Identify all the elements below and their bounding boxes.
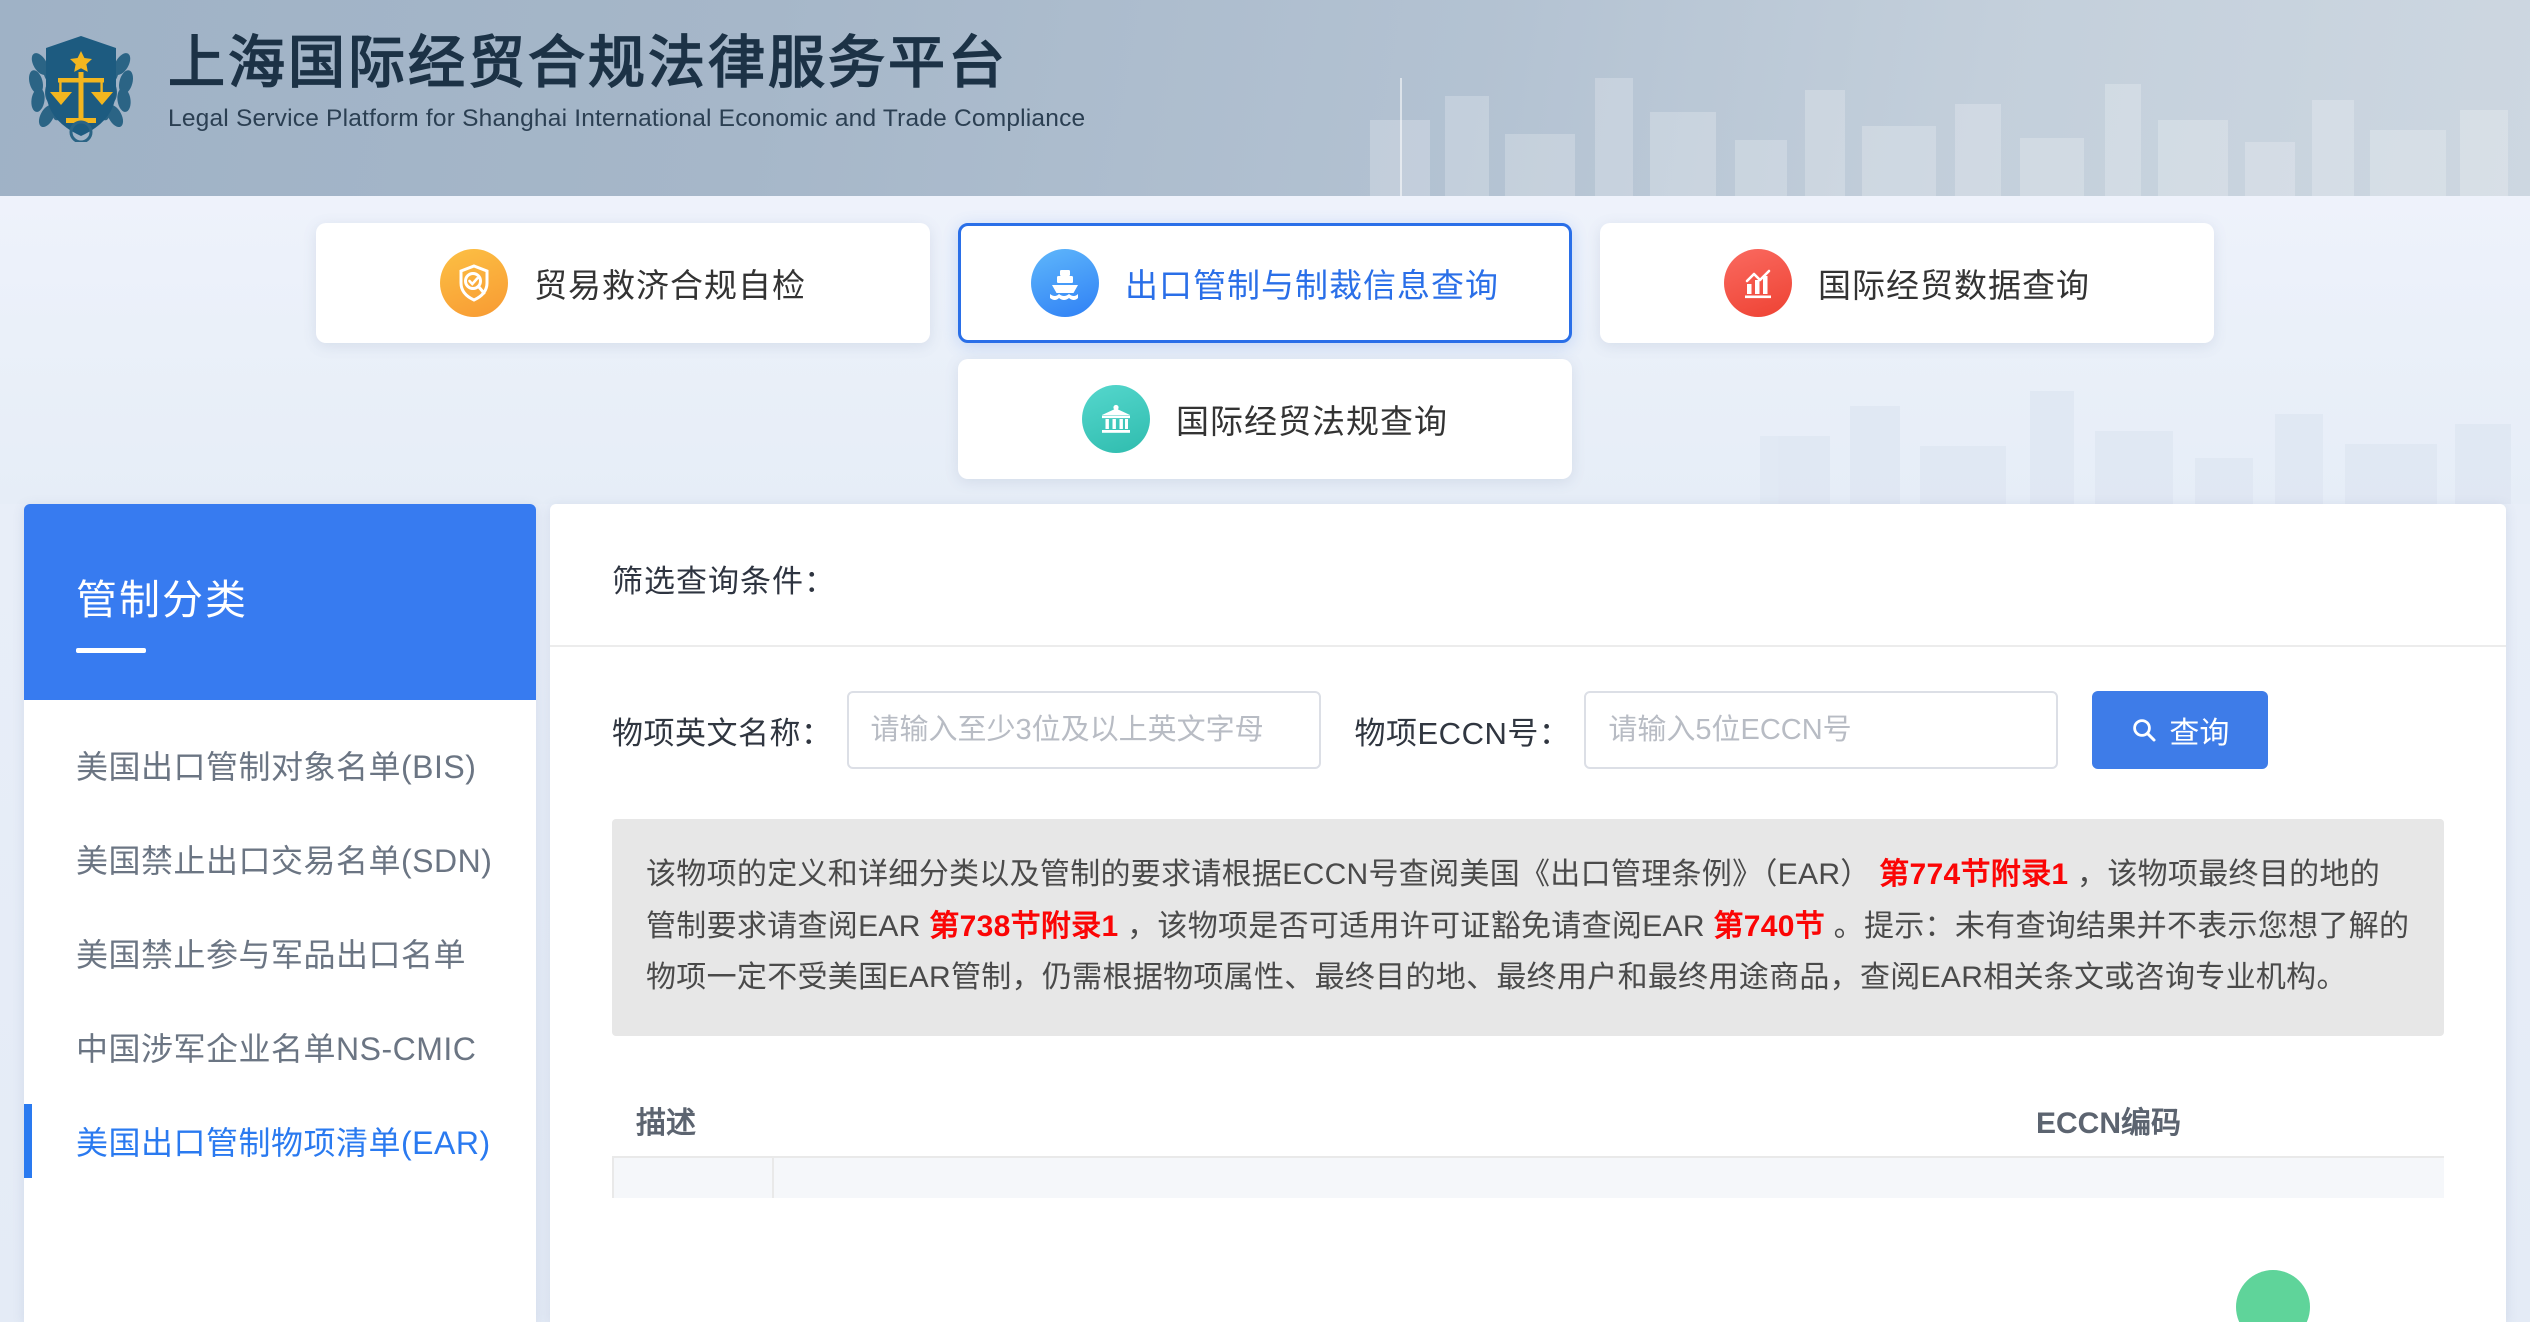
sidebar-item-bis[interactable]: 美国出口管制对象名单(BIS): [24, 718, 536, 812]
column-header-eccn: ECCN编码: [2036, 1106, 2182, 1140]
notice-part-3: ，该物项是否可适用许可证豁免请查阅EAR: [1127, 909, 1705, 943]
nav-card-trade-data-query[interactable]: 国际经贸数据查询: [1600, 223, 2214, 343]
sidebar-item-label: 美国禁止参与军品出口名单: [76, 937, 467, 973]
site-header-banner: 上海国际经贸合规法律服务平台 Legal Service Platform fo…: [0, 0, 2530, 196]
column-header-description: 描述: [636, 1106, 696, 1140]
table-cell-divider: [614, 1157, 774, 1198]
query-form: 物项英文名称： 物项ECCN号： 查询: [612, 647, 2444, 769]
item-eccn-field-group: 物项ECCN号：: [1355, 691, 2059, 769]
sidebar-item-label: 美国禁止出口交易名单(SDN): [76, 843, 493, 879]
ear-notice-box: 该物项的定义和详细分类以及管制的要求请根据ECCN号查阅美国《出口管理条例》（E…: [612, 819, 2444, 1036]
site-title-en: Legal Service Platform for Shanghai Inte…: [168, 104, 1086, 132]
query-panel: 筛选查询条件： 物项英文名称： 物项ECCN号： 查询 该物项的定义和详细分类以…: [550, 504, 2506, 1322]
nav-card-export-control-sanctions-query[interactable]: 出口管制与制裁信息查询: [958, 223, 1572, 343]
sidebar-title-underline: [76, 648, 146, 653]
sidebar-title: 管制分类: [76, 577, 248, 623]
search-button-label: 查询: [2169, 717, 2230, 750]
results-table-header: 描述 ECCN编码: [612, 1084, 2444, 1156]
bank-building-icon: [1082, 385, 1150, 453]
shield-check-magnifier-icon: [440, 249, 508, 317]
item-name-field-group: 物项英文名称：: [612, 691, 1321, 769]
ship-icon: [1031, 249, 1099, 317]
sidebar-header: 管制分类: [24, 504, 536, 700]
sidebar-menu: 美国出口管制对象名单(BIS) 美国禁止出口交易名单(SDN) 美国禁止参与军品…: [24, 700, 536, 1188]
main-content-area: 管制分类 美国出口管制对象名单(BIS) 美国禁止出口交易名单(SDN) 美国禁…: [0, 504, 2530, 1322]
nav-card-row-2: 国际经贸法规查询: [0, 359, 2530, 479]
sidebar-item-ns-cmic[interactable]: 中国涉军企业名单NS-CMIC: [24, 1000, 536, 1094]
sidebar-item-label: 美国出口管制对象名单(BIS): [76, 749, 477, 785]
nav-card-trade-remedy-self-check[interactable]: 贸易救济合规自检: [316, 223, 930, 343]
results-table-row[interactable]: [612, 1157, 2444, 1198]
sidebar-item-label: 美国出口管制物项清单(EAR): [76, 1125, 491, 1161]
primary-nav-area: 贸易救济合规自检 出口管制与制裁信息查询 国际经贸数据查询 国际经贸法规查询: [0, 196, 2530, 504]
item-eccn-input[interactable]: [1584, 691, 2059, 769]
scales-of-justice-shield-emblem-icon: [28, 36, 134, 142]
skyline-decoration-icon: [1370, 78, 2508, 196]
nav-card-label: 出口管制与制裁信息查询: [1125, 267, 1499, 304]
search-button[interactable]: 查询: [2092, 691, 2269, 769]
notice-part-1: 该物项的定义和详细分类以及管制的要求请根据ECCN号查阅美国《出口管理条例》（E…: [646, 858, 1871, 891]
sidebar-item-military-export-ban[interactable]: 美国禁止参与军品出口名单: [24, 906, 536, 1000]
nav-card-label: 国际经贸数据查询: [1818, 267, 2090, 304]
banner-divider: [1400, 78, 1402, 196]
bar-chart-icon: [1724, 249, 1792, 317]
control-category-sidebar: 管制分类 美国出口管制对象名单(BIS) 美国禁止出口交易名单(SDN) 美国禁…: [24, 504, 536, 1322]
nav-card-label: 贸易救济合规自检: [534, 267, 806, 304]
sidebar-item-ear[interactable]: 美国出口管制物项清单(EAR): [24, 1094, 536, 1188]
search-icon: [2133, 719, 2156, 742]
item-eccn-label: 物项ECCN号：: [1354, 715, 1571, 751]
floating-action-badge[interactable]: [2236, 1270, 2310, 1322]
sidebar-item-sdn[interactable]: 美国禁止出口交易名单(SDN): [24, 812, 536, 906]
brand-lockup: 上海国际经贸合规法律服务平台 Legal Service Platform fo…: [22, 20, 1085, 142]
sidebar-item-label: 中国涉军企业名单NS-CMIC: [76, 1031, 477, 1067]
site-title-zh: 上海国际经贸合规法律服务平台: [168, 31, 1008, 95]
nav-card-trade-regulation-query[interactable]: 国际经贸法规查询: [958, 359, 1572, 479]
filter-section-label: 筛选查询条件：: [612, 564, 836, 599]
nav-card-label: 国际经贸法规查询: [1176, 403, 1448, 440]
item-name-label: 物项英文名称：: [612, 715, 833, 751]
notice-highlight-740: 第740节: [1713, 909, 1825, 943]
item-name-input[interactable]: [846, 691, 1321, 769]
notice-highlight-774: 第774节附录1: [1879, 858, 2069, 891]
notice-highlight-738: 第738节附录1: [929, 909, 1119, 943]
nav-card-row-1: 贸易救济合规自检 出口管制与制裁信息查询 国际经贸数据查询: [0, 223, 2530, 343]
